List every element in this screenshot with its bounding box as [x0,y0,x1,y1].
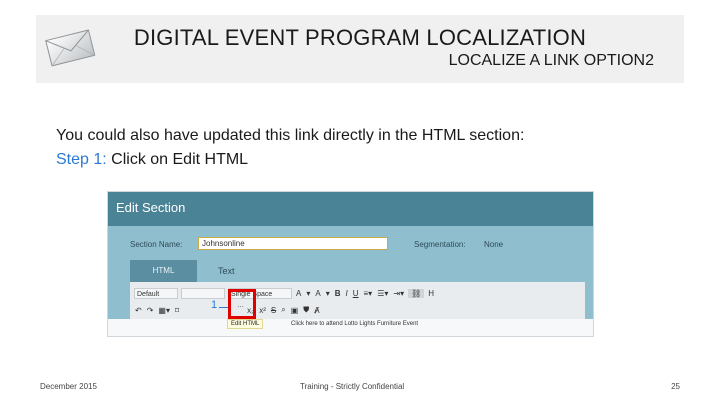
superscript-button[interactable]: x² [258,306,267,315]
toolbar-row-1: Default Single Space A ▾ A ▾ B I U ≡▾ ☰▾… [134,285,435,301]
format-dropdown-icon[interactable]: ▾ [325,289,331,298]
footer-confidential: Training - Strictly Confidential [300,382,405,391]
underline-button[interactable]: U [352,289,360,298]
instruction-text: You could also have updated this link di… [56,124,524,172]
strikethrough-button[interactable]: S [270,306,277,315]
italic-button[interactable]: I [345,289,349,298]
slide-subtitle: LOCALIZE A LINK OPTION2 [448,52,654,69]
segmentation-value[interactable]: None [484,240,503,249]
link-icon[interactable]: ⛓ [408,288,425,298]
clear-format-icon[interactable]: Ⱥ [313,306,320,315]
token-icon[interactable]: ⛊ [302,305,310,315]
edit-section-screenshot: Edit Section Section Name: Johnsonline S… [107,191,594,337]
step-text: Click on Edit HTML [106,151,249,168]
font-size-select[interactable] [181,287,225,299]
section-name-label: Section Name: [130,240,183,249]
tab-text[interactable]: Text [218,260,235,282]
redo-icon[interactable]: ↷ [146,306,155,315]
segmentation-label: Segmentation: [414,240,466,249]
editor-content-text: Click here to attend Lotto Lights Furnit… [291,321,419,327]
edit-section-header: Edit Section [108,192,593,226]
background-color-button[interactable]: A [314,289,321,298]
step-label: Step 1: [56,151,107,168]
instruction-line1: You could also have updated this link di… [56,127,525,144]
align-icon[interactable]: ≡▾ [363,289,374,298]
undo-icon[interactable]: ↶ [134,306,143,315]
font-color-button[interactable]: A [295,289,302,298]
annotation-line [219,307,228,308]
header-icon[interactable]: H [427,289,435,298]
search-icon[interactable]: ⌕ [280,305,286,315]
list-icon[interactable]: ☰▾ [376,289,389,298]
page-number: 25 [671,382,680,391]
annotation-number: 1 [211,299,218,311]
table-icon[interactable]: ▦▾ [157,306,171,315]
edit-html-tooltip: Edit HTML [227,319,264,329]
edit-html-button[interactable]: … [237,302,244,309]
tab-html[interactable]: HTML [130,260,197,282]
slide-title: DIGITAL EVENT PROGRAM LOCALIZATION [133,25,587,50]
font-select[interactable]: Default [134,287,178,299]
highlight-color-icon[interactable]: ▾ [305,289,311,298]
bold-button[interactable]: B [334,289,342,298]
indent-icon[interactable]: ⇥▾ [392,289,405,298]
instruction-line2: Step 1: Click on Edit HTML [56,148,524,172]
image-icon[interactable]: ▣ [290,306,300,315]
footer-date: December 2015 [40,382,97,391]
slide-header: DIGITAL EVENT PROGRAM LOCALIZATION LOCAL… [36,15,684,83]
section-name-input[interactable]: Johnsonline [198,237,388,250]
bookmark-icon[interactable]: ⌑ [174,306,180,315]
editor-toolbar: Default Single Space A ▾ A ▾ B I U ≡▾ ☰▾… [130,282,585,319]
